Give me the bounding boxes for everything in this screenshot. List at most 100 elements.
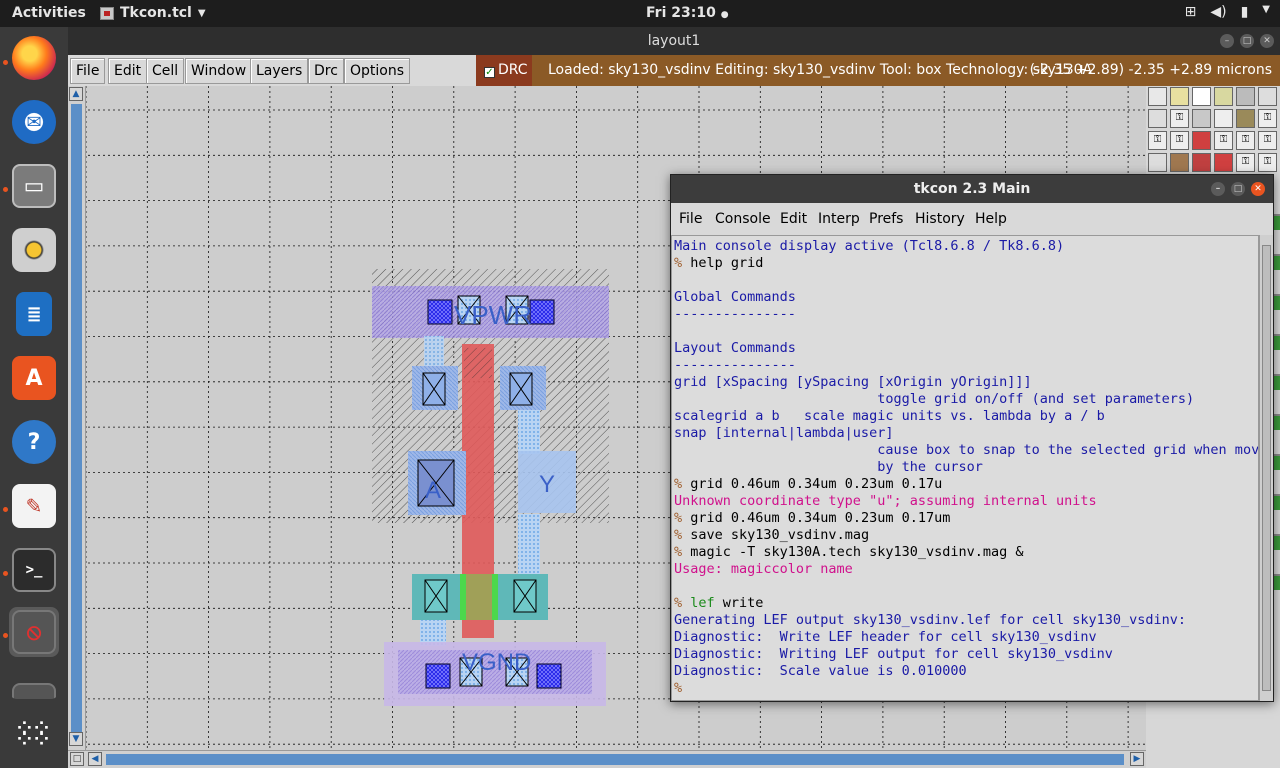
tk-menu-interp[interactable]: Interp <box>818 211 860 227</box>
console-text: Diagnostic: Scale value is 0.010000 <box>674 663 967 679</box>
layer-swatch[interactable] <box>1170 87 1189 106</box>
dock-rhythmbox[interactable] <box>9 225 59 275</box>
layer-swatch[interactable] <box>1148 87 1167 106</box>
layer-swatch[interactable] <box>1192 87 1211 106</box>
horizontal-scrollbar[interactable]: □ ◀ ▶ <box>68 750 1146 768</box>
show-applications-button[interactable]: ⁘⁘ ⁘⁘ <box>9 709 59 759</box>
menu-drc[interactable]: Drc <box>308 58 344 84</box>
dock-thunderbird[interactable]: ✉ <box>9 97 59 147</box>
locked-layer-swatch[interactable]: ⚿ <box>1148 131 1167 150</box>
layer-swatch[interactable] <box>1192 153 1211 172</box>
maximize-button[interactable]: □ <box>1240 34 1254 48</box>
minimize-button[interactable]: – <box>1220 34 1234 48</box>
running-indicator <box>3 187 8 192</box>
console-text: Diagnostic: Write LEF header for cell sk… <box>674 629 1097 645</box>
locked-layer-swatch[interactable]: ⚿ <box>1170 131 1189 150</box>
console-output[interactable]: Main console display active (Tcl8.6.8 / … <box>671 235 1259 701</box>
menu-edit[interactable]: Edit <box>108 58 148 84</box>
app-menu[interactable]: Tkcon.tcl ▼ <box>100 5 206 21</box>
menu-file[interactable]: File <box>70 58 106 84</box>
magic-menubar: File Edit Cell Window Layers Drc Options… <box>68 55 1280 86</box>
console-line: cause box to snap to the selected grid w… <box>674 442 1258 459</box>
console-line: Unknown coordinate type "u"; assuming in… <box>674 493 1256 510</box>
locked-layer-swatch[interactable]: ⚿ <box>1236 153 1255 172</box>
tkcon-titlebar[interactable]: tkcon 2.3 Main – □ ✕ <box>671 175 1273 203</box>
no-entry-icon: ⦸ <box>12 610 56 654</box>
layer-swatch[interactable] <box>1214 87 1233 106</box>
maximize-button[interactable]: □ <box>1231 182 1245 196</box>
dock-files[interactable]: ▭ <box>9 161 59 211</box>
layer-swatch[interactable] <box>1236 109 1255 128</box>
layer-swatch[interactable] <box>1258 87 1277 106</box>
vertical-scrollbar[interactable]: ▲ ▼ <box>68 86 86 750</box>
status-bar: Loaded: sky130_vsdinv Editing: sky130_vs… <box>532 55 1280 86</box>
app-menu-label: Tkcon.tcl <box>120 5 192 21</box>
store-icon: A <box>12 356 56 400</box>
scroll-down-arrow-icon[interactable]: ▼ <box>69 732 83 746</box>
layer-swatch[interactable] <box>1214 109 1233 128</box>
menu-window[interactable]: Window <box>185 58 253 84</box>
clock[interactable]: Fri 23:10 ● <box>646 5 729 21</box>
console-prompt: % <box>674 255 691 271</box>
tk-menu-console[interactable]: Console <box>715 211 771 227</box>
clock-label: Fri 23:10 <box>646 5 716 21</box>
layer-swatch[interactable] <box>1214 153 1233 172</box>
layer-swatch[interactable] <box>1236 87 1255 106</box>
locked-layer-swatch[interactable]: ⚿ <box>1236 131 1255 150</box>
drc-toggle[interactable]: ✓ DRC <box>476 55 532 86</box>
menu-cell[interactable]: Cell <box>146 58 185 84</box>
layer-swatch[interactable] <box>1148 153 1167 172</box>
vertical-scroll-thumb[interactable] <box>71 104 82 732</box>
console-scrollbar[interactable] <box>1259 235 1273 701</box>
no-entry-icon: ⦸ <box>12 683 56 699</box>
close-button[interactable]: ✕ <box>1260 34 1274 48</box>
layer-swatch[interactable] <box>1148 109 1167 128</box>
status-message: Loaded: sky130_vsdinv Editing: sky130_vs… <box>548 62 1093 78</box>
cursor-coordinates: (-2.35 +2.89) -2.35 +2.89 microns <box>1029 62 1272 78</box>
menu-options[interactable]: Options <box>344 58 411 84</box>
locked-layer-swatch[interactable]: ⚿ <box>1258 109 1277 128</box>
tk-menu-prefs[interactable]: Prefs <box>869 211 903 227</box>
activities-button[interactable]: Activities <box>12 5 86 21</box>
locked-layer-swatch[interactable]: ⚿ <box>1258 153 1277 172</box>
running-indicator <box>3 633 8 638</box>
checkbox-checked-icon: ✓ <box>484 67 495 78</box>
dock-terminal[interactable]: >_ <box>9 545 59 595</box>
dock-text-editor[interactable]: ✎ <box>9 481 59 531</box>
console-text: Layout Commands <box>674 340 796 356</box>
horizontal-scroll-thumb[interactable] <box>106 754 1124 765</box>
tk-menu-edit[interactable]: Edit <box>780 211 807 227</box>
console-text: --------------- <box>674 357 796 373</box>
layer-swatch[interactable] <box>1170 153 1189 172</box>
magic-window-titlebar[interactable]: layout1 – □ ✕ <box>68 27 1280 55</box>
layer-swatch[interactable] <box>1192 131 1211 150</box>
layer-swatch[interactable] <box>1192 109 1211 128</box>
system-tray[interactable]: ⊞ ◀) ▮ ▼ <box>1185 4 1270 20</box>
console-line: % help grid <box>674 255 1256 272</box>
dock-magic-2[interactable]: ⦸ <box>9 675 59 699</box>
minimize-button[interactable]: – <box>1211 182 1225 196</box>
scroll-right-arrow-icon[interactable]: ▶ <box>1130 752 1144 766</box>
dock-help[interactable]: ? <box>9 417 59 467</box>
dock-software[interactable]: A <box>9 353 59 403</box>
zoom-box-icon[interactable]: □ <box>70 752 84 766</box>
console-line: Diagnostic: Writing LEF output for cell … <box>674 646 1256 663</box>
locked-layer-swatch[interactable]: ⚿ <box>1170 109 1189 128</box>
dock-magic[interactable]: ⦸ <box>9 607 59 657</box>
scroll-up-arrow-icon[interactable]: ▲ <box>69 87 83 101</box>
dock-writer[interactable]: ≣ <box>9 289 59 339</box>
tk-menu-history[interactable]: History <box>915 211 965 227</box>
scroll-left-arrow-icon[interactable]: ◀ <box>88 752 102 766</box>
console-line: % save sky130_vsdinv.mag <box>674 527 1256 544</box>
menu-layers[interactable]: Layers <box>250 58 309 84</box>
console-line: --------------- <box>674 357 1256 374</box>
locked-layer-swatch[interactable]: ⚿ <box>1258 131 1277 150</box>
lock-icon: ⚿ <box>1263 134 1272 145</box>
tk-menu-help[interactable]: Help <box>975 211 1007 227</box>
console-text: grid [xSpacing [ySpacing [xOrigin yOrigi… <box>674 374 1032 390</box>
tk-menu-file[interactable]: File <box>679 211 702 227</box>
dock-firefox[interactable] <box>9 33 59 83</box>
close-button[interactable]: ✕ <box>1251 182 1265 196</box>
locked-layer-swatch[interactable]: ⚿ <box>1214 131 1233 150</box>
console-scroll-thumb[interactable] <box>1262 245 1271 691</box>
